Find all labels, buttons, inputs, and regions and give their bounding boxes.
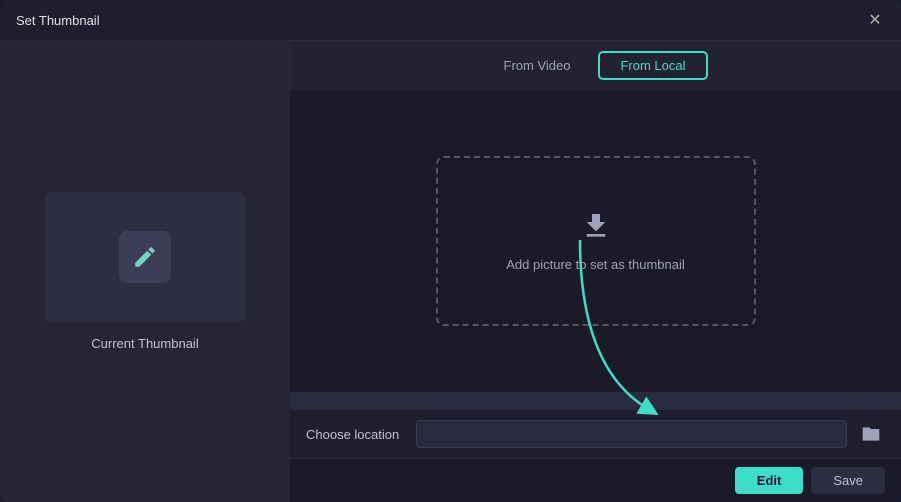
thumbnail-preview — [45, 192, 245, 322]
thumbnail-label: Current Thumbnail — [91, 336, 198, 351]
download-icon — [580, 210, 612, 242]
folder-icon — [861, 424, 881, 444]
drop-text: Add picture to set as thumbnail — [506, 257, 685, 272]
pencil-icon — [132, 244, 158, 270]
main-area: Add picture to set as thumbnail — [290, 90, 901, 392]
location-row: Choose location — [290, 410, 901, 458]
separator-bar — [290, 392, 901, 410]
location-label: Choose location — [306, 427, 406, 442]
thumbnail-edit-icon-box — [119, 231, 171, 283]
location-input[interactable] — [416, 420, 847, 448]
right-panel: From Video From Local Add picture to set… — [290, 41, 901, 502]
drop-icon — [580, 210, 612, 247]
tab-bar: From Video From Local — [290, 41, 901, 90]
set-thumbnail-dialog: Set Thumbnail ✕ Current Thumbnail From V… — [0, 0, 901, 502]
content-area: Current Thumbnail From Video From Local … — [0, 41, 901, 502]
tab-from-video[interactable]: From Video — [484, 53, 591, 78]
folder-browse-button[interactable] — [857, 420, 885, 448]
footer-bar: Edit Save — [290, 458, 901, 502]
dialog-title: Set Thumbnail — [16, 13, 100, 28]
drop-zone[interactable]: Add picture to set as thumbnail — [436, 156, 756, 326]
close-button[interactable]: ✕ — [865, 10, 885, 30]
title-bar: Set Thumbnail ✕ — [0, 0, 901, 41]
save-button[interactable]: Save — [811, 467, 885, 494]
left-panel: Current Thumbnail — [0, 41, 290, 502]
tab-from-local[interactable]: From Local — [598, 51, 707, 80]
edit-button[interactable]: Edit — [735, 467, 804, 494]
